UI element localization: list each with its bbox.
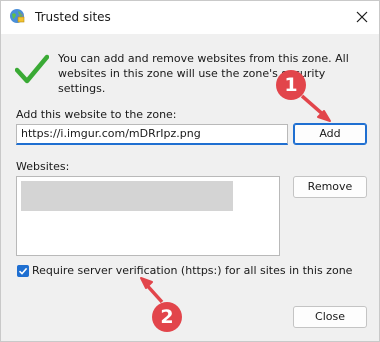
websites-label: Websites: <box>16 160 70 173</box>
checkmark-icon <box>15 54 49 84</box>
annotation-badge-2: 2 <box>152 302 182 332</box>
checkbox-check-icon <box>18 267 28 275</box>
websites-list[interactable] <box>16 176 280 256</box>
server-verification-checkbox[interactable] <box>17 265 29 277</box>
add-button[interactable]: Add <box>293 123 367 145</box>
window-title: Trusted sites <box>35 10 111 24</box>
server-verification-label: Require server verification (https:) for… <box>32 264 353 277</box>
add-site-label: Add this website to the zone: <box>16 108 177 121</box>
remove-button[interactable]: Remove <box>293 176 367 198</box>
annotation-badge-1: 1 <box>276 70 306 100</box>
close-icon[interactable] <box>353 8 371 26</box>
website-url-input[interactable] <box>16 124 288 145</box>
close-button[interactable]: Close <box>293 306 367 328</box>
globe-icon <box>10 9 25 23</box>
trusted-sites-dialog: Trusted sites You can add and remove web… <box>0 0 380 342</box>
blurred-website-entry[interactable] <box>21 181 233 211</box>
info-message: You can add and remove websites from thi… <box>58 52 349 95</box>
title-bar: Trusted sites <box>1 1 379 34</box>
